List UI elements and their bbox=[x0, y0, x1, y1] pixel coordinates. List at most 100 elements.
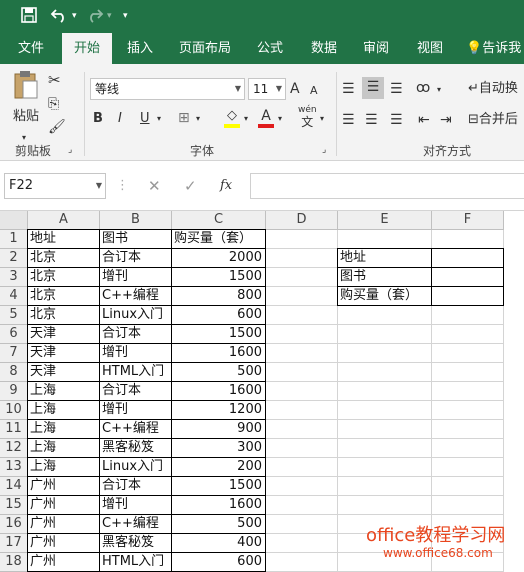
cell-f8[interactable] bbox=[432, 363, 504, 382]
cell-c13[interactable]: 200 bbox=[172, 458, 266, 477]
tab-data[interactable]: 数据 bbox=[302, 33, 346, 64]
cell-d11[interactable] bbox=[266, 420, 338, 439]
cell-b16[interactable]: C++编程 bbox=[100, 515, 172, 534]
italic-button[interactable]: I bbox=[118, 109, 122, 129]
orientation-icon[interactable]: ꝏ bbox=[416, 78, 430, 98]
cell-c5[interactable]: 600 bbox=[172, 306, 266, 325]
cell-d8[interactable] bbox=[266, 363, 338, 382]
cell-e6[interactable] bbox=[338, 325, 432, 344]
copy-icon[interactable]: ⎘ bbox=[48, 94, 59, 114]
save-icon[interactable] bbox=[20, 6, 38, 29]
cell-d10[interactable] bbox=[266, 401, 338, 420]
cell-c16[interactable]: 500 bbox=[172, 515, 266, 534]
cell-b10[interactable]: 增刊 bbox=[100, 401, 172, 420]
font-color-icon[interactable]: A bbox=[256, 106, 276, 128]
shrink-font-button[interactable]: A bbox=[310, 81, 318, 101]
cell-d9[interactable] bbox=[266, 382, 338, 401]
tab-home[interactable]: 开始 bbox=[62, 33, 112, 64]
redo-icon[interactable] bbox=[86, 6, 104, 29]
cell-b12[interactable]: 黑客秘笈 bbox=[100, 439, 172, 458]
cell-b6[interactable]: 合订本 bbox=[100, 325, 172, 344]
clipboard-launcher-icon[interactable]: ⌟ bbox=[68, 144, 72, 156]
column-header-e[interactable]: E bbox=[338, 211, 432, 230]
merge-center-button[interactable]: ⊟合并后 bbox=[468, 110, 518, 130]
cell-c7[interactable]: 1600 bbox=[172, 344, 266, 363]
align-top-icon[interactable]: ☰ bbox=[342, 79, 355, 99]
row-header-15[interactable]: 15 bbox=[0, 496, 28, 515]
cell-f14[interactable] bbox=[432, 477, 504, 496]
cell-e7[interactable] bbox=[338, 344, 432, 363]
row-header-16[interactable]: 16 bbox=[0, 515, 28, 534]
cell-d18[interactable] bbox=[266, 553, 338, 572]
cell-a1[interactable]: 地址 bbox=[27, 229, 100, 249]
decrease-indent-icon[interactable]: ⇤ bbox=[418, 110, 430, 130]
tab-review[interactable]: 审阅 bbox=[354, 33, 398, 64]
row-header-1[interactable]: 1 bbox=[0, 230, 28, 249]
increase-indent-icon[interactable]: ⇥ bbox=[440, 110, 452, 130]
cell-a5[interactable]: 北京 bbox=[27, 306, 100, 325]
wrap-text-button[interactable]: ↵自动换 bbox=[468, 79, 518, 99]
row-header-11[interactable]: 11 bbox=[0, 420, 28, 439]
cell-a2[interactable]: 北京 bbox=[27, 249, 100, 268]
row-header-8[interactable]: 8 bbox=[0, 363, 28, 382]
cell-e2[interactable]: 地址 bbox=[337, 248, 432, 268]
cell-b9[interactable]: 合订本 bbox=[100, 382, 172, 401]
borders-dropdown-icon[interactable]: ▾ bbox=[196, 109, 200, 129]
row-header-5[interactable]: 5 bbox=[0, 306, 28, 325]
column-header-d[interactable]: D bbox=[266, 211, 338, 230]
cell-f6[interactable] bbox=[432, 325, 504, 344]
phonetic-dropdown-icon[interactable]: ▾ bbox=[320, 109, 324, 129]
cell-d6[interactable] bbox=[266, 325, 338, 344]
cell-e1[interactable] bbox=[338, 230, 432, 249]
cell-a6[interactable]: 天津 bbox=[27, 325, 100, 344]
cell-e9[interactable] bbox=[338, 382, 432, 401]
cell-a13[interactable]: 上海 bbox=[27, 458, 100, 477]
cell-b17[interactable]: 黑客秘笈 bbox=[100, 534, 172, 553]
cell-b13[interactable]: Linux入门 bbox=[100, 458, 172, 477]
row-header-4[interactable]: 4 bbox=[0, 287, 28, 306]
cell-c2[interactable]: 2000 bbox=[172, 249, 266, 268]
cell-c4[interactable]: 800 bbox=[172, 287, 266, 306]
cell-f1[interactable] bbox=[432, 230, 504, 249]
bold-button[interactable]: B bbox=[93, 109, 103, 129]
tab-page-layout[interactable]: 页面布局 bbox=[172, 33, 238, 64]
cell-a16[interactable]: 广州 bbox=[27, 515, 100, 534]
cell-c10[interactable]: 1200 bbox=[172, 401, 266, 420]
cell-d12[interactable] bbox=[266, 439, 338, 458]
fill-color-dropdown-icon[interactable]: ▾ bbox=[244, 109, 248, 129]
cell-c15[interactable]: 1600 bbox=[172, 496, 266, 515]
cell-c1[interactable]: 购买量（套） bbox=[172, 229, 266, 249]
align-center-icon[interactable]: ☰ bbox=[365, 110, 378, 130]
row-header-2[interactable]: 2 bbox=[0, 249, 28, 268]
row-header-10[interactable]: 10 bbox=[0, 401, 28, 420]
cell-d1[interactable] bbox=[266, 230, 338, 249]
cell-f15[interactable] bbox=[432, 496, 504, 515]
row-header-9[interactable]: 9 bbox=[0, 382, 28, 401]
cell-b8[interactable]: HTML入门 bbox=[100, 363, 172, 382]
align-middle-icon[interactable]: ☰ bbox=[362, 77, 384, 99]
font-name-select[interactable]: 等线 ▼ bbox=[90, 78, 245, 100]
align-bottom-icon[interactable]: ☰ bbox=[390, 79, 403, 99]
align-left-icon[interactable]: ☰ bbox=[342, 110, 355, 130]
grow-font-button[interactable]: A bbox=[290, 79, 300, 99]
cell-d14[interactable] bbox=[266, 477, 338, 496]
cell-d13[interactable] bbox=[266, 458, 338, 477]
tab-file[interactable]: 文件 bbox=[8, 33, 54, 64]
cell-b4[interactable]: C++编程 bbox=[100, 287, 172, 306]
cell-e8[interactable] bbox=[338, 363, 432, 382]
underline-dropdown-icon[interactable]: ▾ bbox=[157, 109, 161, 129]
cell-a14[interactable]: 广州 bbox=[27, 477, 100, 496]
cell-b3[interactable]: 增刊 bbox=[100, 268, 172, 287]
fill-color-icon[interactable]: ◇ bbox=[222, 106, 242, 128]
cut-icon[interactable]: ✂ bbox=[48, 70, 61, 90]
cell-c11[interactable]: 900 bbox=[172, 420, 266, 439]
cell-c17[interactable]: 400 bbox=[172, 534, 266, 553]
cell-d5[interactable] bbox=[266, 306, 338, 325]
cell-d4[interactable] bbox=[266, 287, 338, 306]
cell-c3[interactable]: 1500 bbox=[172, 268, 266, 287]
row-header-6[interactable]: 6 bbox=[0, 325, 28, 344]
cell-b14[interactable]: 合订本 bbox=[100, 477, 172, 496]
row-header-14[interactable]: 14 bbox=[0, 477, 28, 496]
column-header-c[interactable]: C bbox=[172, 211, 266, 230]
cell-b2[interactable]: 合订本 bbox=[100, 249, 172, 268]
